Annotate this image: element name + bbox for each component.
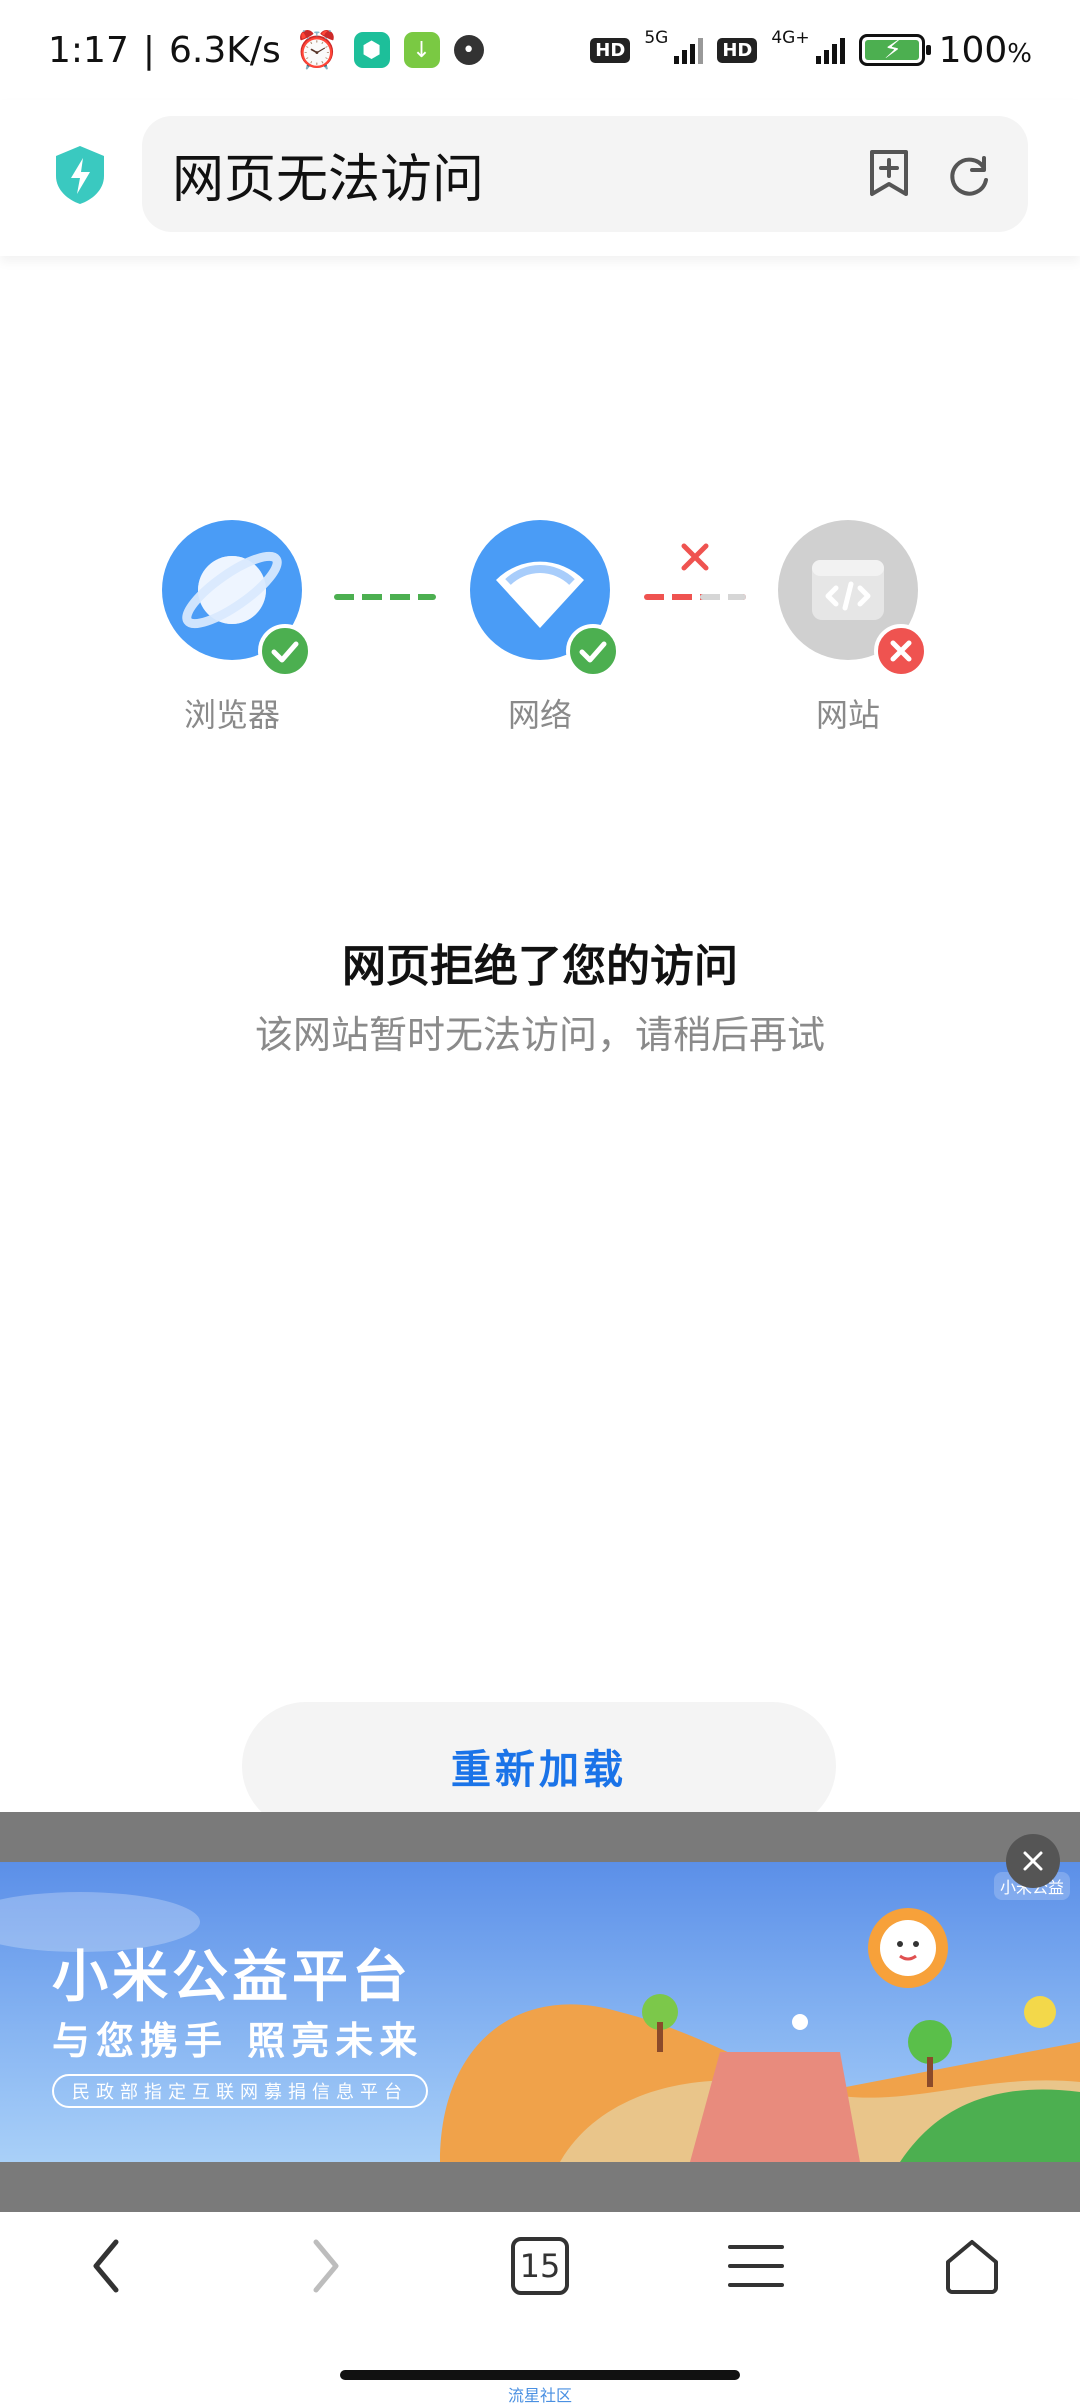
security-app-icon: ⬢ xyxy=(353,32,390,68)
status-left: 1:17 | 6.3K/s ⏰ ⬢ ↓ • xyxy=(48,29,484,71)
close-icon xyxy=(1023,1851,1043,1871)
home-icon xyxy=(946,2240,998,2294)
tab-count: 15 xyxy=(511,2237,569,2295)
shield-icon[interactable] xyxy=(52,144,108,206)
broken-link-x-icon xyxy=(681,543,709,571)
bottom-navigation: 15 xyxy=(0,2212,1080,2322)
website-label: 网站 xyxy=(815,696,880,734)
menu-button[interactable] xyxy=(716,2226,796,2306)
address-bar: 网页无法访问 xyxy=(0,100,1080,256)
network-ok-icon xyxy=(566,624,620,678)
hd-badge-2: HD xyxy=(717,37,758,63)
status-divider: | xyxy=(142,29,155,71)
reload-button[interactable]: 重新加载 xyxy=(242,1702,836,1830)
hd-badge-1: HD xyxy=(590,37,631,63)
browser-label: 浏览器 xyxy=(183,696,280,734)
ad-caption: 民政部指定互联网募捐信息平台 xyxy=(52,2074,428,2108)
battery-level: 100% xyxy=(938,29,1032,71)
status-time: 1:17 xyxy=(48,29,129,71)
forward-button[interactable] xyxy=(286,2226,366,2306)
download-app-icon: ↓ xyxy=(403,32,440,68)
url-text: 网页无法访问 xyxy=(172,149,485,210)
ad-container: 小米公益平台 与您携手 照亮未来 民政部指定互联网募捐信息平台 小米公益 xyxy=(0,1812,1080,2212)
network-label: 网络 xyxy=(507,696,572,734)
home-indicator[interactable] xyxy=(340,2370,740,2380)
ad-slogan: 与您携手 照亮未来 xyxy=(52,2019,424,2063)
chevron-left-icon xyxy=(93,2239,119,2293)
link-network-website-faded xyxy=(700,594,746,600)
status-right: HD 5G HD 4G+ ⚡ 100% xyxy=(590,28,1032,71)
menu-icon xyxy=(728,2245,784,2287)
browser-ok-icon xyxy=(258,624,312,678)
tabs-button[interactable]: 15 xyxy=(500,2226,580,2306)
back-button[interactable] xyxy=(66,2226,146,2306)
ad-close-button[interactable] xyxy=(1006,1834,1060,1888)
add-bookmark-icon[interactable] xyxy=(864,148,914,198)
refresh-icon[interactable] xyxy=(944,150,994,200)
signal-icon-2 xyxy=(815,36,845,64)
status-bar: 1:17 | 6.3K/s ⏰ ⬢ ↓ • HD 5G HD 4G+ ⚡ 100… xyxy=(0,0,1080,100)
home-button[interactable] xyxy=(932,2226,1012,2306)
error-title: 网页拒绝了您的访问 xyxy=(342,941,738,992)
battery-icon: ⚡ xyxy=(858,34,931,66)
ad-banner[interactable]: 小米公益平台 与您携手 照亮未来 民政部指定互联网募捐信息平台 小米公益 xyxy=(0,1862,1080,2162)
network-5g-label: 5G xyxy=(644,28,669,48)
chevron-right-icon xyxy=(313,2239,339,2293)
ad-title: 小米公益平台 xyxy=(52,1945,412,2010)
signal-icon-1 xyxy=(674,36,704,64)
watermark-text: 流星社区 xyxy=(507,2386,572,2405)
error-subtitle: 该网站暂时无法访问，请稍后再试 xyxy=(254,1013,825,1057)
network-4g-label: 4G+ xyxy=(771,28,810,48)
connection-diagram: 浏览器 网络 网站 xyxy=(0,520,1080,740)
link-browser-network xyxy=(334,594,436,600)
website-error-icon xyxy=(874,624,928,678)
dot-app-icon: • xyxy=(453,35,484,65)
status-speed: 6.3K/s xyxy=(168,29,281,71)
alarm-icon: ⏰ xyxy=(294,30,340,71)
